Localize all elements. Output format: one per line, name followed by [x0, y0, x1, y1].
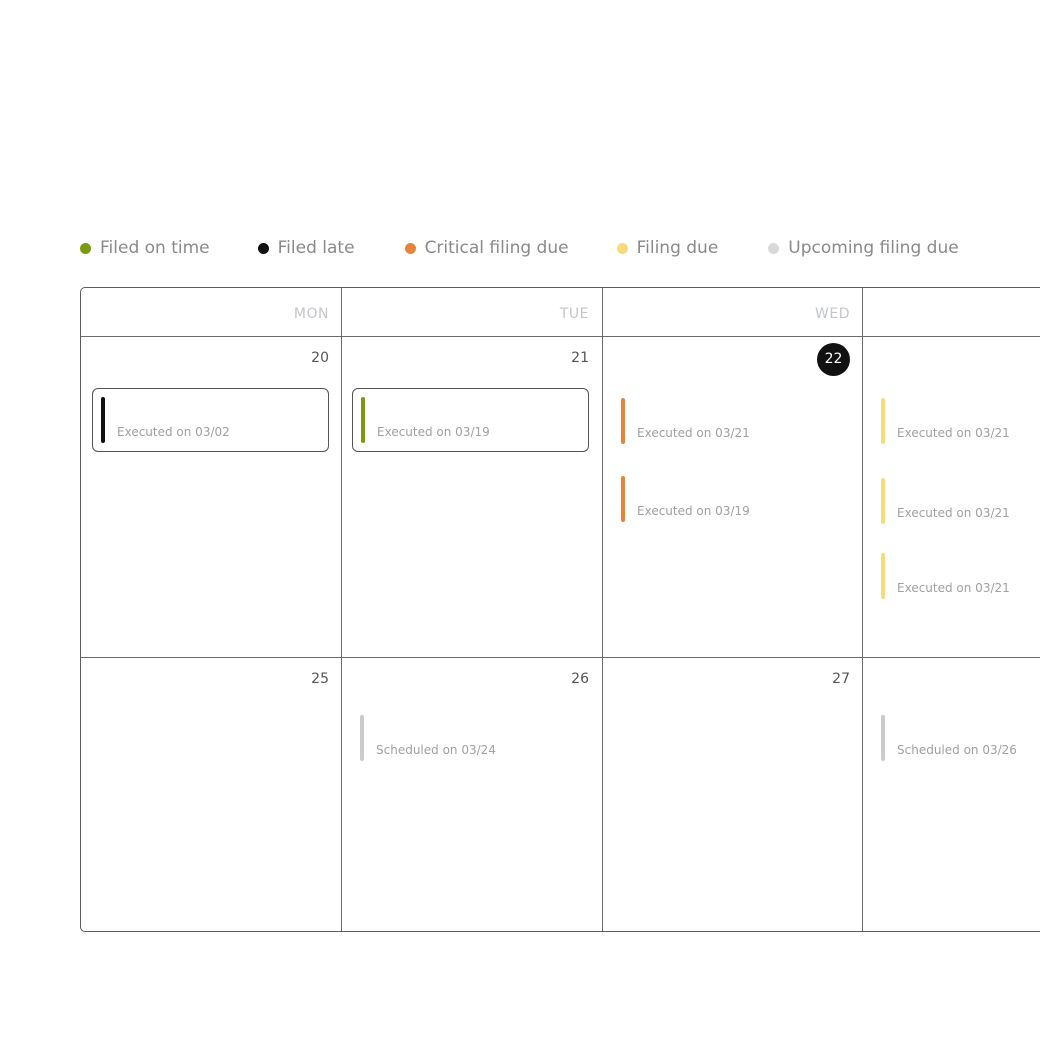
legend-item: Filed on time — [80, 238, 210, 258]
legend-dot-icon — [80, 242, 91, 254]
event-status-bar — [621, 476, 625, 522]
event-label: Executed on 03/19 — [377, 425, 490, 439]
date-number[interactable]: 21 — [529, 350, 589, 366]
calendar-event[interactable]: Executed on 03/02 — [92, 388, 329, 452]
date-number[interactable]: 25 — [269, 671, 329, 687]
column-divider — [341, 288, 342, 931]
event-label: Executed on 03/21 — [897, 506, 1010, 520]
date-number[interactable]: 26 — [529, 671, 589, 687]
legend-label: Filing due — [636, 238, 719, 258]
event-status-bar — [621, 398, 625, 444]
event-status-bar — [881, 398, 885, 444]
legend-label: Critical filing due — [424, 238, 569, 258]
column-divider — [862, 288, 863, 931]
legend-dot-icon — [404, 242, 416, 254]
day-header: TUE — [559, 306, 589, 322]
legend-label: Filed on time — [100, 238, 210, 258]
day-header: WED — [815, 306, 850, 322]
event-label: Executed on 03/02 — [117, 425, 230, 439]
legend-item: Upcoming filing due — [768, 238, 959, 258]
event-label: Executed on 03/21 — [897, 426, 1010, 440]
date-number[interactable]: 20 — [269, 350, 329, 366]
calendar-event[interactable]: Executed on 03/19 — [613, 468, 850, 532]
week-divider — [81, 657, 1040, 658]
legend-dot-icon — [768, 242, 780, 254]
calendar-event[interactable]: Scheduled on 03/24 — [352, 707, 589, 771]
legend-item: Filing due — [616, 238, 719, 258]
event-label: Scheduled on 03/24 — [376, 743, 496, 757]
event-label: Executed on 03/21 — [637, 426, 750, 440]
legend-dot-icon — [616, 242, 628, 254]
calendar-event[interactable]: Executed on 03/21 — [873, 470, 1040, 534]
event-status-bar — [881, 553, 885, 599]
event-status-bar — [101, 397, 105, 443]
legend-label: Upcoming filing due — [788, 238, 959, 258]
status-legend: Filed on time Filed late Critical filing d… — [80, 236, 959, 260]
calendar-week-grid: MON TUE WED 20 21 22 Executed on 03/02 Executed… — [80, 287, 1040, 932]
legend-item: Filed late — [257, 238, 355, 258]
event-label: Executed on 03/21 — [897, 581, 1010, 595]
legend-dot-icon — [257, 242, 269, 254]
calendar-event[interactable]: Scheduled on 03/26 — [873, 707, 1040, 771]
calendar-event[interactable]: Executed on 03/19 — [352, 388, 589, 452]
date-number[interactable]: 27 — [790, 671, 850, 687]
event-status-bar — [360, 715, 364, 761]
event-label: Executed on 03/19 — [637, 504, 750, 518]
event-status-bar — [881, 478, 885, 524]
event-status-bar — [881, 715, 885, 761]
calendar-event[interactable]: Executed on 03/21 — [613, 390, 850, 454]
header-divider — [81, 336, 1040, 337]
legend-item: Critical filing due — [404, 238, 569, 258]
event-label: Scheduled on 03/26 — [897, 743, 1017, 757]
legend-label: Filed late — [277, 238, 355, 258]
day-header — [862, 288, 1040, 336]
today-date-badge[interactable]: 22 — [817, 343, 850, 376]
event-status-bar — [361, 397, 365, 443]
day-header: MON — [293, 306, 329, 322]
calendar-event[interactable]: Executed on 03/21 — [873, 545, 1040, 609]
column-divider — [602, 288, 603, 931]
calendar-event[interactable]: Executed on 03/21 — [873, 390, 1040, 454]
